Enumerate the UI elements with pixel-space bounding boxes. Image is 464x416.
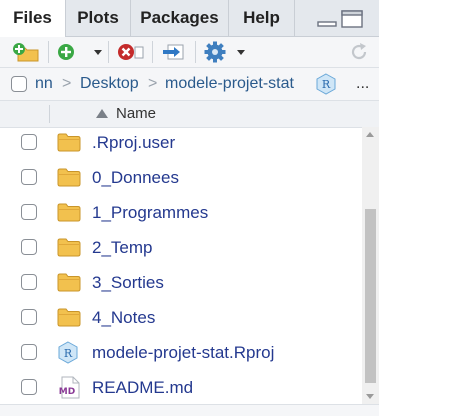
file-name-link[interactable]: 2_Temp [92,230,152,265]
rproj-icon[interactable]: R [316,73,336,95]
list-item[interactable]: 2_Temp [0,230,362,265]
file-name-link[interactable]: 3_Sorties [92,265,164,300]
folder-icon [57,273,81,292]
rename-icon[interactable] [160,42,186,62]
vertical-scrollbar[interactable] [362,127,379,404]
tab-packages[interactable]: Packages [131,0,229,36]
list-item[interactable]: 0_Donnees [0,160,362,195]
folder-icon [57,133,81,152]
markdown-file-icon: MD [59,376,80,399]
breadcrumb-separator: > [62,75,72,92]
refresh-icon[interactable] [348,41,370,63]
file-name-link[interactable]: modele-projet-stat.Rproj [92,335,274,370]
new-blank-file-icon[interactable] [56,42,106,62]
more-gear-icon[interactable] [203,41,251,63]
row-checkbox[interactable] [21,309,37,325]
tab-overflow-fade [295,0,313,36]
sort-ascending-icon[interactable] [96,109,108,118]
scrollbar-thumb[interactable] [365,209,376,383]
maximize-icon[interactable] [341,10,363,28]
rproj-icon: R [58,341,78,364]
breadcrumb-separator: > [148,75,158,92]
pane-bottom-edge [0,404,379,416]
tab-bar: Files Plots Packages Help [0,0,379,37]
row-checkbox[interactable] [21,204,37,220]
file-name-link[interactable]: .Rproj.user [92,125,175,160]
svg-text:R: R [64,347,73,360]
new-folder-icon[interactable] [12,42,40,62]
scroll-down-arrow-icon[interactable] [366,394,374,399]
select-all-checkbox[interactable] [11,76,27,92]
folder-icon [57,168,81,187]
toolbar-separator [108,41,109,63]
toolbar-separator [48,41,49,63]
folder-icon [57,238,81,257]
breadcrumb-item-desktop[interactable]: Desktop [80,68,139,100]
file-name-link[interactable]: README.md [92,370,193,405]
column-header: Name [0,101,379,128]
breadcrumb-item-project[interactable]: modele-projet-stat [165,68,294,100]
tab-plots[interactable]: Plots [66,0,131,36]
row-checkbox[interactable] [21,274,37,290]
svg-text:R: R [322,78,331,91]
breadcrumb-item-home[interactable]: nn [35,68,53,100]
files-pane: Files Plots Packages Help nn > Desktop >… [0,0,379,416]
folder-icon [57,308,81,327]
list-item[interactable]: MD README.md [0,370,362,405]
list-item[interactable]: 4_Notes [0,300,362,335]
row-checkbox[interactable] [21,134,37,150]
row-checkbox[interactable] [21,169,37,185]
toolbar-separator [152,41,153,63]
scroll-up-arrow-icon[interactable] [366,132,374,137]
column-divider [49,105,50,123]
breadcrumb-more-button[interactable]: ... [356,68,369,100]
file-name-link[interactable]: 0_Donnees [92,160,179,195]
files-toolbar [0,37,379,68]
list-item[interactable]: .Rproj.user [0,125,362,160]
file-name-link[interactable]: 1_Programmes [92,195,208,230]
row-checkbox[interactable] [21,344,37,360]
tab-files[interactable]: Files [0,0,66,37]
tab-help[interactable]: Help [229,0,295,36]
list-item[interactable]: R modele-projet-stat.Rproj [0,335,362,370]
breadcrumb: nn > Desktop > modele-projet-stat R ... [0,68,379,101]
row-checkbox[interactable] [21,379,37,395]
list-item[interactable]: 1_Programmes [0,195,362,230]
svg-text:MD: MD [59,387,75,397]
minimize-icon[interactable] [317,10,337,28]
row-checkbox[interactable] [21,239,37,255]
file-name-link[interactable]: 4_Notes [92,300,155,335]
list-item[interactable]: 3_Sorties [0,265,362,300]
folder-icon [57,203,81,222]
delete-icon[interactable] [116,42,144,62]
toolbar-separator [195,41,196,63]
name-column-header[interactable]: Name [116,101,156,127]
